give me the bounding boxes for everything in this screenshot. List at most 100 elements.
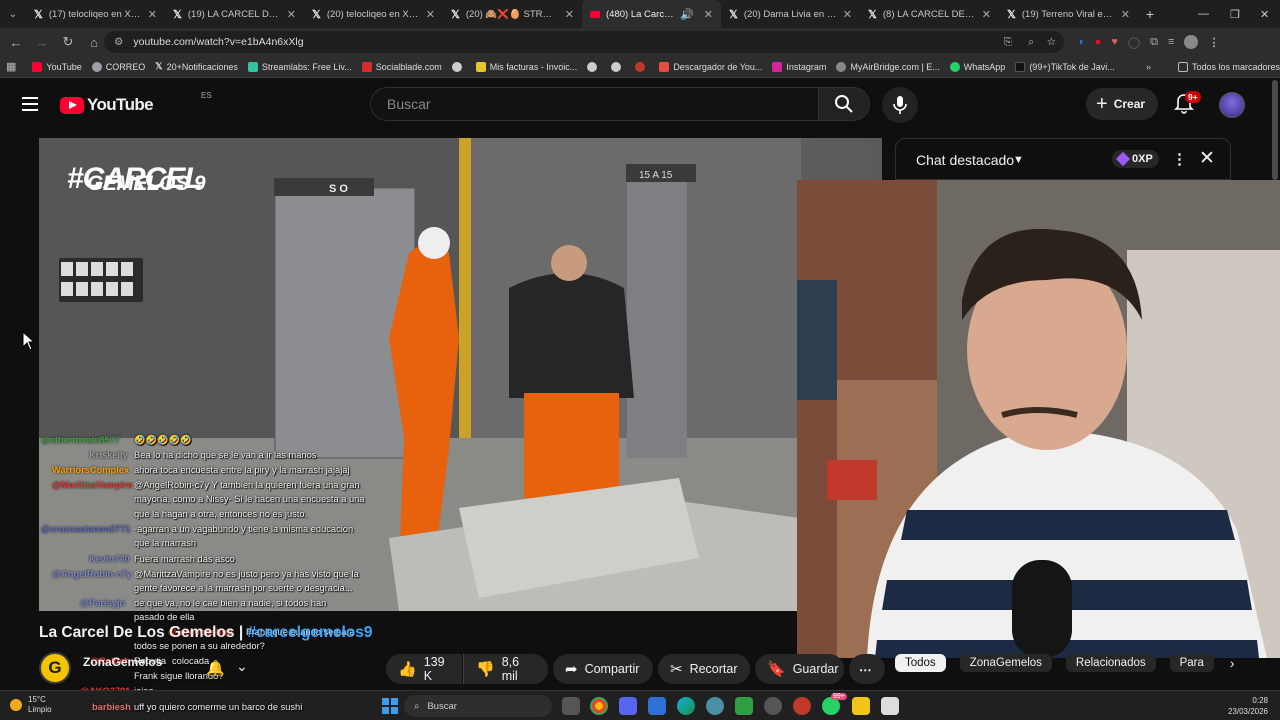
bookmark-item[interactable]	[587, 61, 601, 72]
channel-avatar[interactable]: G	[39, 652, 71, 684]
task-view-icon[interactable]	[562, 697, 580, 715]
extensions-puzzle-icon[interactable]: ⧉	[1150, 36, 1158, 49]
dislike-button[interactable]: 👎 8,6 mil	[463, 654, 548, 684]
browser-tab[interactable]: 𝕏(20) telocliqeo en X: "Mar...✕	[304, 0, 443, 28]
bookmark-item[interactable]: WhatsApp	[949, 61, 1005, 72]
close-chat-icon[interactable]: ✕	[1199, 147, 1215, 170]
bookmark-item[interactable]: Descargador de You...	[659, 61, 762, 72]
chip-para[interactable]: Para	[1169, 654, 1214, 672]
zoom-icon[interactable]: ⌕	[1028, 36, 1034, 49]
close-tab-icon[interactable]: ✕	[148, 8, 157, 21]
bookmark-item[interactable]: Instagram	[772, 61, 826, 72]
close-tab-icon[interactable]: ✕	[843, 8, 852, 21]
save-button[interactable]: 🔖 Guardar	[755, 654, 844, 684]
speaker-icon[interactable]: 🔊	[680, 8, 694, 21]
reload-icon[interactable]: ↻	[56, 30, 80, 54]
minimize-window-icon[interactable]: —	[1198, 0, 1209, 28]
search-button[interactable]	[818, 87, 870, 121]
bookmark-item[interactable]: Socialblade.com	[361, 61, 442, 72]
browser-tab[interactable]: 𝕏(20) 🙈❌🥚 STRONG b...✕	[443, 0, 582, 28]
green-app-icon[interactable]	[735, 697, 753, 715]
browser-tab[interactable]: 𝕏(19) LA CARCEL DE LOS GEMELOS✕	[165, 0, 304, 28]
menu-hamburger-icon[interactable]	[22, 97, 38, 111]
extension-icon[interactable]: ◗	[1078, 36, 1085, 48]
bookmark-item[interactable]: CORREO	[91, 61, 145, 72]
bookmark-item[interactable]: Mis facturas - Invoic...	[475, 61, 577, 72]
more-options-icon[interactable]: ⋮	[1172, 150, 1187, 168]
globe-app-icon[interactable]	[706, 697, 724, 715]
chevron-down-icon[interactable]: ⌄	[236, 658, 248, 675]
taskbar-search-input[interactable]: ⌕ Buscar	[404, 695, 552, 717]
home-icon[interactable]: ⌂	[82, 30, 106, 54]
bookmark-item[interactable]: (99+)TikTok de Javi...	[1015, 61, 1115, 72]
bookmark-item[interactable]: 𝕏 20+Notificaciones	[155, 61, 238, 72]
forward-arrow-icon[interactable]: →	[30, 30, 54, 54]
settings-gear-icon[interactable]	[764, 697, 782, 715]
chrome-icon[interactable]	[590, 697, 608, 715]
chip-relacionados[interactable]: Relacionados	[1065, 654, 1156, 672]
chat-xp-badge[interactable]: 0XP	[1112, 150, 1159, 168]
bookmark-star-icon[interactable]: ☆	[1047, 36, 1056, 48]
site-info-icon[interactable]: ⚙	[114, 36, 123, 48]
bookmark-item[interactable]	[611, 61, 625, 72]
close-tab-icon[interactable]: ✕	[1121, 8, 1130, 21]
close-tab-icon[interactable]: ✕	[287, 8, 296, 21]
weather-widget[interactable]: 15°C Limpio	[10, 695, 52, 715]
extension-icon[interactable]: ◯	[1128, 36, 1140, 49]
chip-zonagemelos[interactable]: ZonaGemelos	[959, 654, 1052, 672]
subscription-bell-icon[interactable]: 🔔	[206, 659, 228, 681]
extension-icon[interactable]: ♥	[1111, 36, 1118, 48]
browser-tab[interactable]: 𝕏(17) telocliqeo en X: "❌ ❗❗✕	[26, 0, 165, 28]
chat-mode-selector[interactable]: Chat destacado	[916, 152, 1014, 168]
search-input[interactable]: Buscar	[370, 87, 818, 121]
close-window-icon[interactable]: ✕	[1260, 0, 1269, 28]
bookmark-item[interactable]	[451, 61, 466, 72]
browser-tab-active[interactable]: (480) La Carcel De Los...🔊✕	[582, 0, 721, 28]
install-app-icon[interactable]: ⎘	[1004, 36, 1012, 49]
windows-start-icon[interactable]	[382, 698, 398, 714]
chevron-right-icon[interactable]: ›	[1230, 655, 1235, 671]
tab-search-chevron-icon[interactable]: ⌄	[0, 0, 26, 28]
all-bookmarks-folder[interactable]: Todos los marcadores	[1178, 61, 1280, 72]
user-avatar[interactable]	[1219, 92, 1245, 118]
browser-menu-icon[interactable]: ⋮	[1208, 36, 1219, 49]
close-tab-icon[interactable]: ✕	[982, 8, 991, 21]
red-app-icon[interactable]	[793, 697, 811, 715]
edge-icon[interactable]	[677, 697, 695, 715]
extension-icon[interactable]: ●	[1095, 36, 1102, 48]
more-bookmarks-icon[interactable]: »	[1146, 62, 1151, 72]
new-tab-button[interactable]: +	[1138, 6, 1162, 22]
profile-avatar-icon[interactable]	[1184, 35, 1199, 49]
close-tab-icon[interactable]: ✕	[565, 8, 574, 21]
discord-icon[interactable]	[619, 697, 637, 715]
browser-tab[interactable]: 𝕏(20) Dama Livia en X: "Pe...✕	[721, 0, 860, 28]
browser-tab[interactable]: 𝕏(8) LA CARCEL DE LOS GE...✕	[860, 0, 999, 28]
bookmark-item[interactable]: Streamlabs: Free Liv...	[247, 61, 352, 72]
share-button[interactable]: ➦ Compartir	[553, 654, 653, 684]
bookmark-item[interactable]: MyAirBridge.com | E...	[836, 61, 940, 72]
maximize-window-icon[interactable]: ❐	[1230, 0, 1240, 28]
browser-tab[interactable]: 𝕏(19) Terreno Viral en X: "...✕	[999, 0, 1138, 28]
like-button[interactable]: 👍 139 K	[386, 654, 462, 684]
snipping-tool-icon[interactable]	[881, 697, 899, 715]
taskbar-clock[interactable]: 0:28 23/03/2026	[1228, 695, 1268, 717]
back-arrow-icon[interactable]: ←	[4, 30, 28, 54]
clip-button[interactable]: ✂ Recortar	[658, 654, 750, 684]
media-control-icon[interactable]: ≡	[1168, 36, 1174, 48]
bookmark-item[interactable]: YouTube	[32, 61, 82, 72]
address-bar[interactable]: ⚙ youtube.com/watch?v=e1bA4n6xXlg ⎘ ⌕ ☆	[104, 31, 1064, 53]
voice-search-button[interactable]	[882, 87, 918, 123]
youtube-logo[interactable]: YouTube ES	[60, 91, 212, 115]
chevron-down-icon[interactable]: ▼	[1013, 154, 1024, 166]
bookmark-item[interactable]	[635, 61, 649, 72]
apps-grid-icon[interactable]: ▦	[6, 60, 16, 73]
page-scrollbar[interactable]	[1272, 80, 1278, 180]
hashtag-link[interactable]: #carcelgemelos9	[248, 624, 373, 641]
create-button[interactable]: + Crear	[1086, 88, 1158, 120]
channel-name[interactable]: ZonaGemelos	[83, 655, 162, 669]
more-actions-button[interactable]: ⋯	[849, 654, 885, 684]
mail-icon[interactable]	[648, 697, 666, 715]
close-tab-icon[interactable]: ✕	[426, 8, 435, 21]
chip-todos[interactable]: Todos	[895, 654, 946, 672]
folder-icon[interactable]	[852, 697, 870, 715]
